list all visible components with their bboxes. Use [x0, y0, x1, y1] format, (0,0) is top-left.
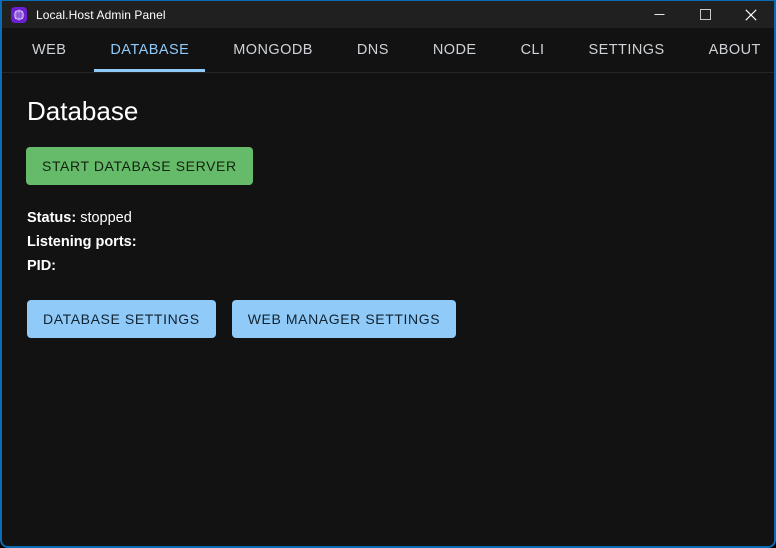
status-label: Status:: [27, 209, 77, 226]
tab-settings[interactable]: SETTINGS: [566, 28, 686, 72]
tab-web[interactable]: WEB: [10, 28, 88, 72]
title-bar: Local.Host Admin Panel: [2, 1, 774, 28]
window-title: Local.Host Admin Panel: [36, 7, 166, 22]
status-row-state: Status: stopped: [27, 206, 750, 230]
status-value: stopped: [80, 209, 132, 226]
status-row-pid: PID:: [27, 254, 750, 278]
page-title: Database: [27, 96, 139, 126]
web-manager-settings-button[interactable]: WEB MANAGER SETTINGS: [231, 299, 457, 338]
close-button[interactable]: [728, 1, 774, 28]
listening-ports-label: Listening ports:: [27, 233, 137, 250]
server-status-block: Status: stopped Listening ports: PID:: [27, 206, 750, 278]
maximize-button[interactable]: [682, 1, 728, 28]
pid-label: PID:: [27, 257, 56, 274]
tab-mongodb[interactable]: MONGODB: [211, 28, 335, 72]
database-panel: Database START DATABASE SERVER Status: s…: [2, 73, 774, 546]
start-database-server-button[interactable]: START DATABASE SERVER: [26, 146, 253, 185]
globe-icon: [11, 6, 27, 23]
minimize-button[interactable]: [636, 1, 682, 28]
tab-bar: WEB DATABASE MONGODB DNS NODE CLI SETTIN…: [2, 28, 774, 73]
window-controls: [636, 1, 774, 28]
database-settings-button[interactable]: DATABASE SETTINGS: [27, 299, 216, 338]
tab-about[interactable]: ABOUT: [687, 28, 774, 72]
tab-database[interactable]: DATABASE: [88, 28, 211, 72]
settings-button-row: DATABASE SETTINGS WEB MANAGER SETTINGS: [27, 299, 750, 338]
tab-dns[interactable]: DNS: [335, 28, 411, 72]
status-row-ports: Listening ports:: [27, 230, 750, 254]
tab-node[interactable]: NODE: [411, 28, 499, 72]
app-window: Local.Host Admin Panel WEB DATABASE MONG…: [0, 0, 776, 548]
tab-cli[interactable]: CLI: [499, 28, 567, 72]
